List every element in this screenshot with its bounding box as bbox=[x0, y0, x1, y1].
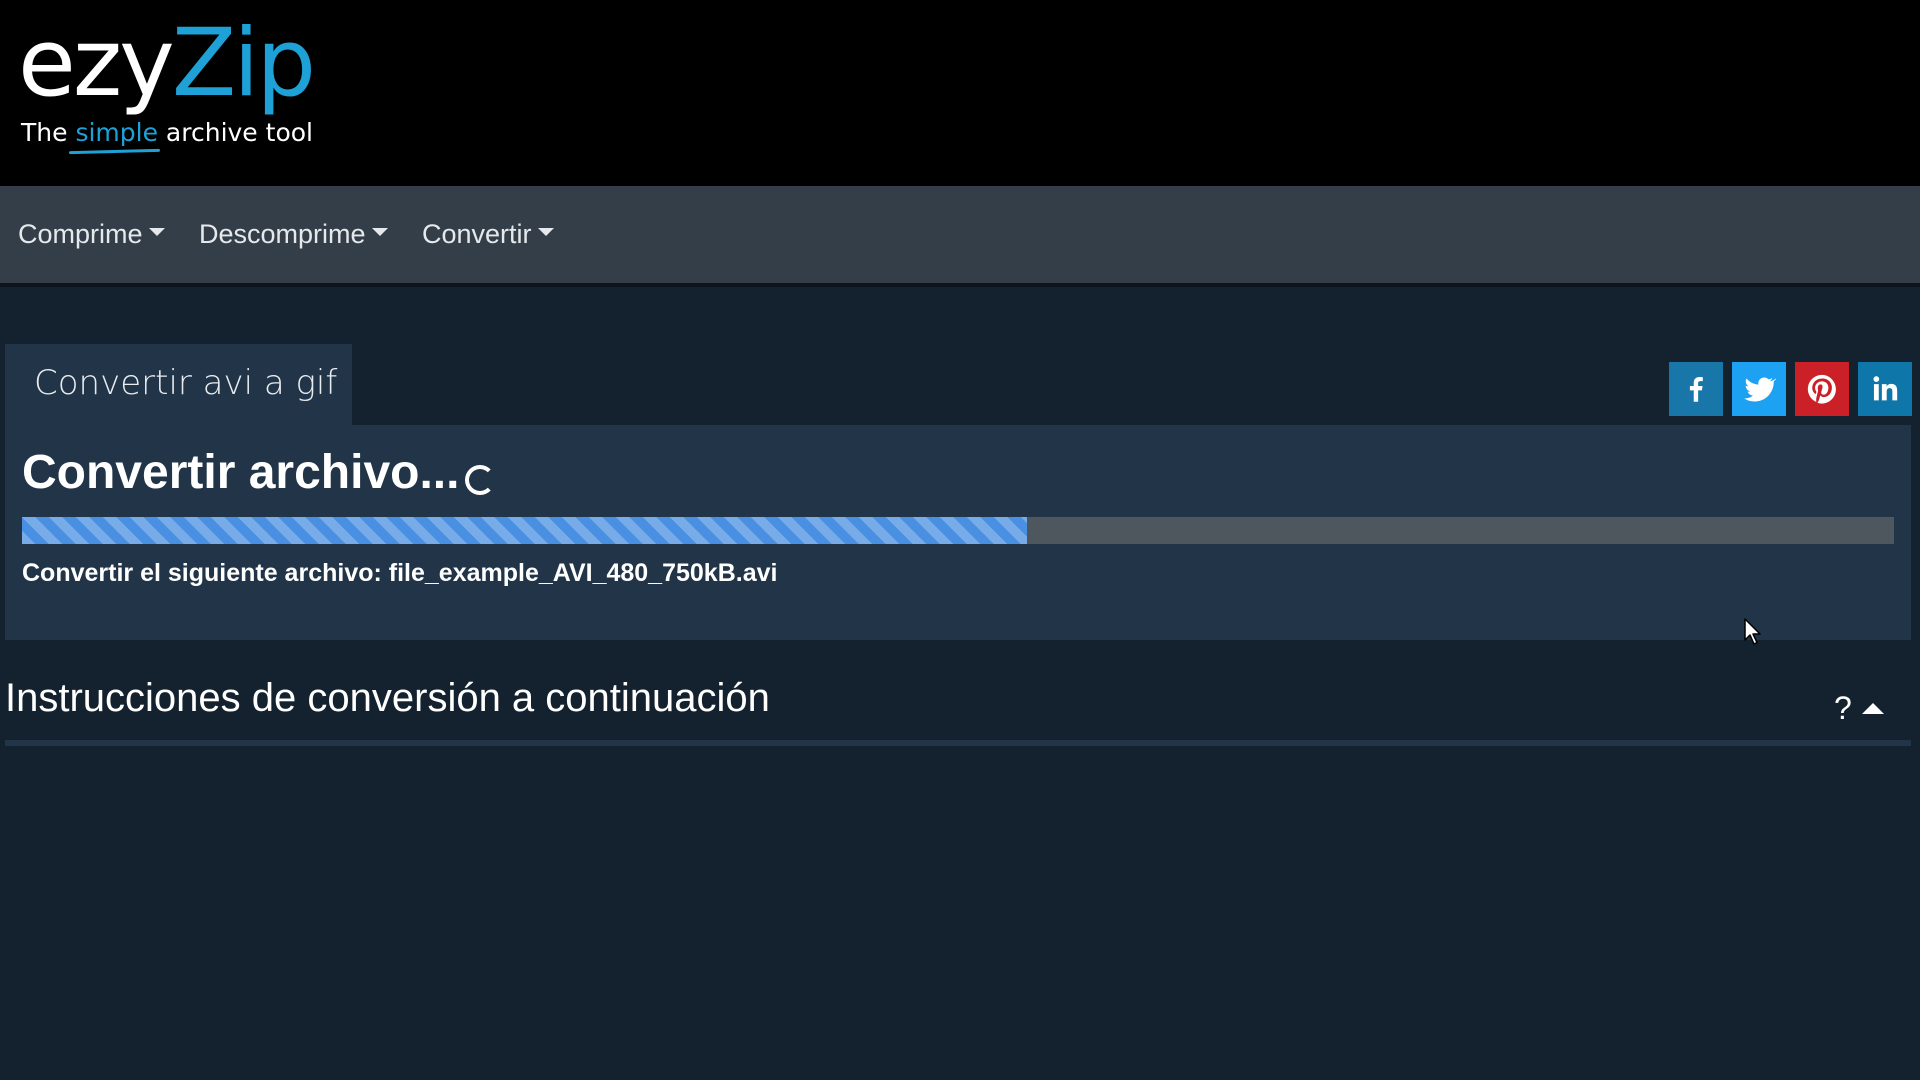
nav-comprime-dropdown[interactable]: Comprime bbox=[18, 186, 165, 283]
logo-tagline: The simple archive tool bbox=[21, 118, 313, 147]
linkedin-icon bbox=[1873, 376, 1898, 401]
facebook-icon bbox=[1689, 376, 1703, 402]
loading-spinner-icon bbox=[465, 464, 496, 495]
linkedin-share-button[interactable] bbox=[1858, 362, 1912, 416]
nav-convertir-dropdown[interactable]: Convertir bbox=[422, 186, 554, 283]
page-tab: Convertir avi a gif bbox=[5, 344, 352, 425]
twitter-icon bbox=[1744, 377, 1776, 402]
main-nav: Comprime Descomprime Convertir bbox=[0, 186, 1920, 287]
twitter-share-button[interactable] bbox=[1732, 362, 1786, 416]
conversion-panel: Convertir archivo... Convertir el siguie… bbox=[5, 425, 1911, 640]
instructions-heading: Instrucciones de conversión a continuaci… bbox=[5, 676, 770, 720]
conversion-progress-bar bbox=[22, 517, 1894, 544]
pinterest-icon bbox=[1807, 374, 1836, 404]
progress-bar-fill bbox=[22, 517, 1028, 544]
page-title: Convertir avi a gif bbox=[34, 363, 338, 403]
ezyzip-logo[interactable]: ezyZip The simple archive tool bbox=[18, 9, 316, 148]
caret-down-icon bbox=[371, 227, 388, 236]
collapse-caret-up-icon[interactable] bbox=[1862, 703, 1884, 714]
caret-down-icon bbox=[148, 227, 165, 236]
logo-wordmark: ezyZip bbox=[18, 9, 316, 118]
mouse-cursor-icon bbox=[1744, 618, 1762, 651]
conversion-heading: Convertir archivo... bbox=[22, 445, 496, 500]
pinterest-share-button[interactable] bbox=[1795, 362, 1849, 416]
caret-down-icon bbox=[537, 227, 554, 236]
site-header: ezyZip The simple archive tool bbox=[0, 0, 1920, 186]
facebook-share-button[interactable] bbox=[1669, 362, 1723, 416]
conversion-status-text: Convertir el siguiente archivo: file_exa… bbox=[22, 559, 778, 587]
help-icon[interactable]: ? bbox=[1834, 690, 1852, 727]
nav-descomprime-dropdown[interactable]: Descomprime bbox=[199, 186, 388, 283]
section-divider bbox=[5, 740, 1911, 746]
